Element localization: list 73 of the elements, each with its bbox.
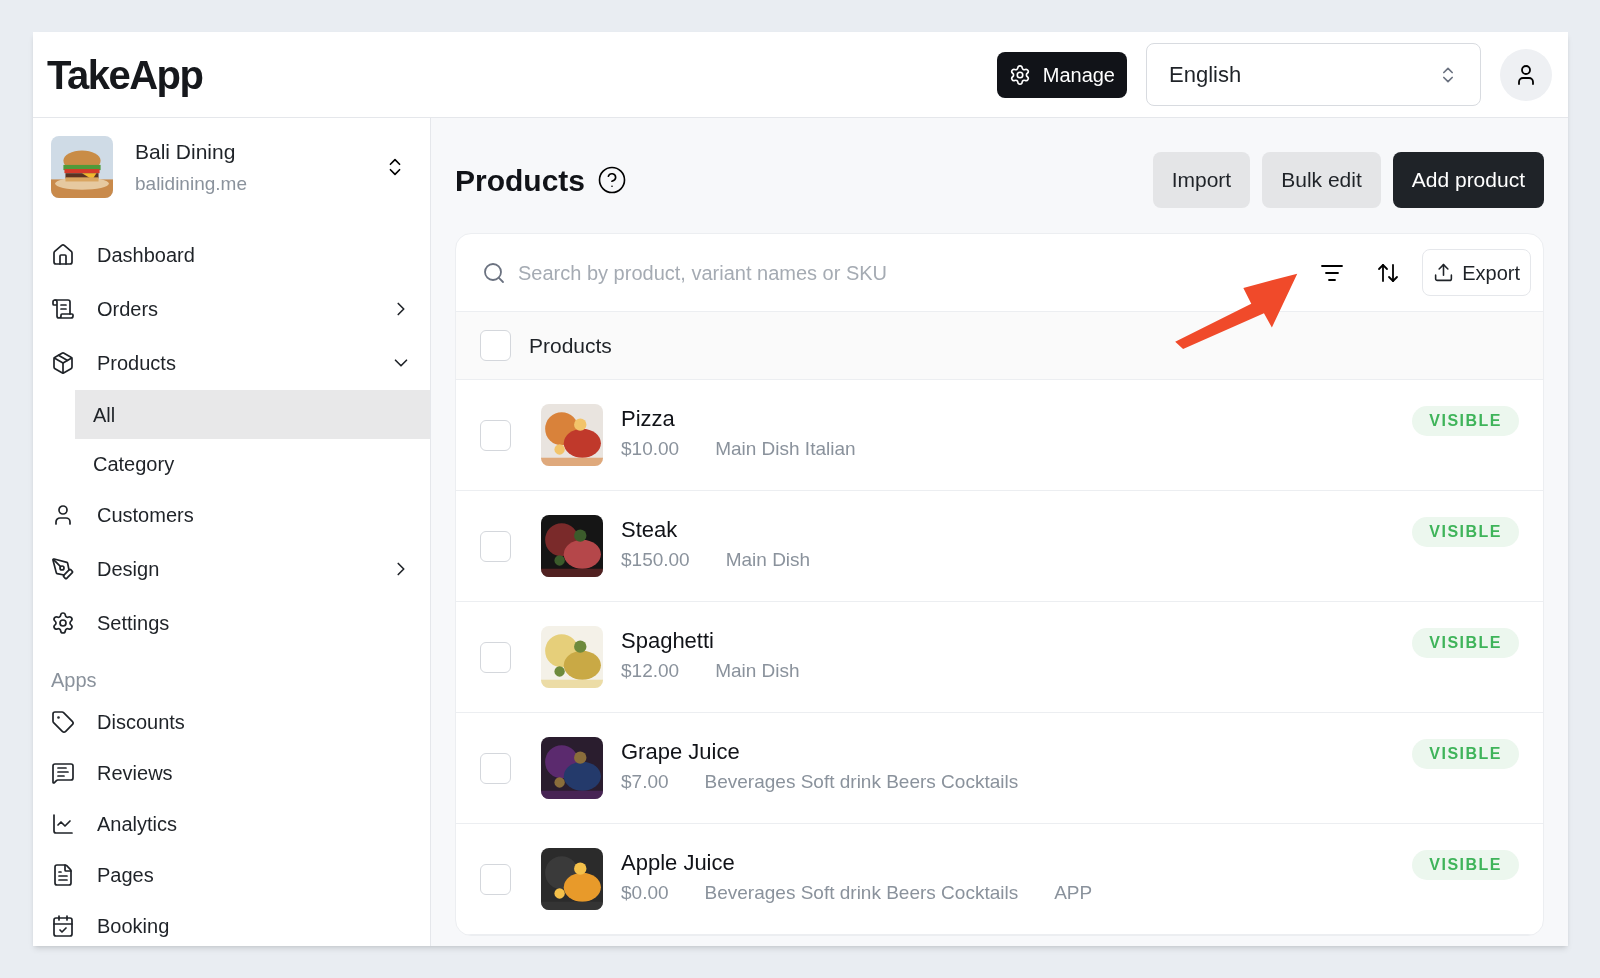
nav-item[interactable]: Products (33, 336, 430, 390)
primary-button[interactable]: Add product (1392, 152, 1544, 208)
search-icon (482, 260, 506, 285)
nav-item[interactable]: Dashboard (33, 228, 430, 282)
language-select[interactable]: English (1146, 43, 1481, 106)
product-categories: Beverages Soft drink Beers Cocktails (704, 770, 1019, 795)
list-icon (51, 297, 75, 321)
status-badge: VISIBLE (1412, 517, 1519, 547)
nav-item[interactable]: Design (33, 542, 430, 596)
nav-item[interactable]: Analytics (33, 797, 430, 851)
product-name: Apple Juice (621, 849, 736, 878)
status-badge: VISIBLE (1412, 850, 1519, 880)
page-title: Products (455, 162, 586, 199)
checkbox[interactable] (480, 419, 511, 451)
checkbox[interactable] (480, 863, 511, 895)
product-price: $0.00 (621, 881, 669, 906)
product-name: Spaghetti (621, 627, 715, 656)
nav-item[interactable]: Pages (33, 848, 430, 902)
column-heading: Products (529, 332, 612, 359)
product-categories: Beverages Soft drink Beers Cocktails (704, 881, 1019, 906)
nav-item[interactable]: Orders (33, 282, 430, 336)
product-price: $7.00 (621, 770, 669, 795)
secondary-button[interactable]: Bulk edit (1262, 152, 1381, 208)
product-categories: Main Dish (715, 659, 800, 684)
section-heading: Apps (50, 668, 98, 693)
message-icon (51, 761, 75, 785)
checkbox[interactable] (480, 330, 511, 361)
secondary-button[interactable]: Import (1152, 152, 1251, 208)
nav-item[interactable]: Reviews (33, 746, 430, 800)
status-badge: VISIBLE (1412, 406, 1519, 436)
status-badge: VISIBLE (1412, 739, 1519, 769)
nav-item[interactable]: Discounts (33, 695, 430, 749)
store-domain: balidining.me (135, 171, 248, 196)
calendar-icon (51, 914, 75, 938)
sub-nav-item[interactable]: Category (75, 439, 430, 488)
manage-button[interactable]: Manage (996, 51, 1127, 98)
product-name: Steak (621, 516, 679, 545)
export-button[interactable]: Export (1422, 249, 1531, 296)
nav-item[interactable]: Booking (33, 899, 430, 946)
box-icon (51, 351, 75, 375)
product-price: $12.00 (621, 659, 680, 684)
store-switcher[interactable]: Bali Dining balidining.me (33, 118, 430, 228)
checkbox[interactable] (480, 752, 511, 784)
status-badge: VISIBLE (1412, 628, 1519, 658)
product-row[interactable]: Grape Juice $7.00 Beverages Soft drink Beers Cocktails VISIBLE (456, 713, 1543, 824)
nav-item[interactable]: Settings (33, 596, 430, 650)
product-row[interactable]: Spaghetti $12.00 Main Dish VISIBLE (456, 602, 1543, 713)
product-categories: Main Dish (725, 548, 811, 573)
product-name: Grape Juice (621, 738, 741, 767)
settings-icon (1008, 63, 1031, 86)
chart-icon (51, 812, 75, 836)
product-row[interactable]: Apple Juice $0.00 Beverages Soft drink Beers Cocktails APP VISIBLE (456, 824, 1543, 935)
search-field[interactable]: Search by product, variant names or SKU (518, 257, 1311, 288)
document-icon (51, 863, 75, 887)
pen-icon (51, 557, 75, 581)
sub-nav-item[interactable]: All (75, 390, 430, 439)
upload-icon (1433, 262, 1455, 283)
checkbox[interactable] (480, 530, 511, 562)
nav-item[interactable]: Customers (33, 488, 430, 542)
product-categories: Main Dish Italian (715, 437, 856, 462)
product-price: $150.00 (621, 548, 690, 573)
tag-icon (51, 710, 75, 734)
checkbox[interactable] (480, 641, 511, 673)
product-tag: APP (1054, 879, 1093, 908)
product-row[interactable]: Steak $150.00 Main Dish VISIBLE (456, 491, 1543, 602)
product-price: $10.00 (621, 437, 680, 462)
help-icon[interactable] (597, 165, 628, 195)
store-name: Bali Dining (135, 139, 237, 165)
logo: TakeApp (47, 51, 203, 99)
product-row[interactable]: Pizza $10.00 Main Dish Italian VISIBLE (456, 380, 1543, 491)
product-name: Pizza (621, 405, 676, 434)
home-icon (51, 243, 75, 267)
settings-icon (51, 611, 75, 635)
